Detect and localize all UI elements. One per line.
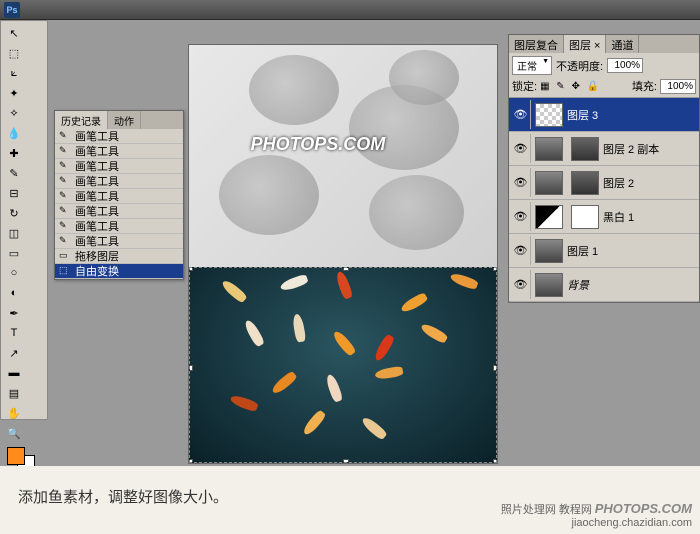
pen-tool[interactable]: ✒	[4, 304, 24, 322]
history-list: ✎画笔工具✎画笔工具✎画笔工具✎画笔工具✎画笔工具✎画笔工具✎画笔工具✎画笔工具…	[55, 129, 183, 279]
history-item[interactable]: ✎画笔工具	[55, 219, 183, 234]
gradient-tool[interactable]: ▭	[4, 244, 24, 262]
toolbox: ↖ ⬚ ⟀ ✦ ⟡ 💧 ✚ ✎ ⊟ ↻ ◫ ▭ ○ ◐ ✒ T ↗ ▬ ▤ ✋ …	[0, 20, 48, 420]
hand-tool[interactable]: ✋	[4, 404, 24, 422]
shape-tool[interactable]: ▬	[4, 364, 24, 382]
layers-tabs: 图层复合 图层 × 通道	[509, 35, 699, 53]
workspace: ↖ ⬚ ⟀ ✦ ⟡ 💧 ✚ ✎ ⊟ ↻ ◫ ▭ ○ ◐ ✒ T ↗ ▬ ▤ ✋ …	[0, 20, 700, 466]
transform-handle[interactable]	[343, 459, 349, 463]
visibility-icon[interactable]: 👁	[511, 236, 531, 265]
layer-item[interactable]: 👁图层 3	[509, 98, 699, 132]
layer-item[interactable]: 👁图层 2 副本	[509, 132, 699, 166]
menubar: Ps	[0, 0, 700, 20]
transform-handle[interactable]	[493, 267, 497, 271]
eyedropper-tool[interactable]: 💧	[4, 124, 24, 142]
dodge-tool[interactable]: ◐	[4, 284, 24, 302]
foreground-color[interactable]	[7, 447, 25, 465]
visibility-icon[interactable]: 👁	[511, 134, 531, 163]
visibility-icon[interactable]: 👁	[511, 100, 531, 129]
stamp-tool[interactable]: ⊟	[4, 184, 24, 202]
layers-list: 👁图层 3👁图层 2 副本👁图层 2👁黑白 1👁图层 1👁背景	[509, 98, 699, 302]
fill-label: 填充:	[632, 78, 657, 94]
history-item[interactable]: ✎画笔工具	[55, 189, 183, 204]
transform-handle[interactable]	[343, 267, 349, 271]
type-tool[interactable]: T	[4, 324, 24, 342]
lock-icons[interactable]: ▦ ✎ ✥ 🔒	[540, 81, 601, 92]
layer-item[interactable]: 👁黑白 1	[509, 200, 699, 234]
visibility-icon[interactable]: 👁	[511, 168, 531, 197]
path-tool[interactable]: ↗	[4, 344, 24, 362]
footer-watermark: 照片处理网 教程网 PHOTOPS.COM jiaocheng.chazidia…	[501, 502, 692, 530]
history-item[interactable]: ▭拖移图层	[55, 249, 183, 264]
fill-input[interactable]: 100%	[660, 79, 696, 94]
history-item[interactable]: ✎画笔工具	[55, 204, 183, 219]
tab-history[interactable]: 历史记录	[55, 111, 108, 129]
history-item[interactable]: ✎画笔工具	[55, 129, 183, 144]
history-panel: 历史记录 动作 ✎画笔工具✎画笔工具✎画笔工具✎画笔工具✎画笔工具✎画笔工具✎画…	[54, 110, 184, 280]
canvas-fish-layer	[189, 267, 497, 463]
canvas-lily-layer: PHOTOPS.COM	[189, 45, 497, 267]
layer-item[interactable]: 👁图层 1	[509, 234, 699, 268]
watermark-text: PHOTOPS.COM	[251, 134, 386, 155]
transform-handle[interactable]	[189, 267, 193, 271]
opacity-label: 不透明度:	[556, 58, 603, 74]
lasso-tool[interactable]: ⟀	[4, 64, 24, 82]
blur-tool[interactable]: ○	[4, 264, 24, 282]
history-item[interactable]: ✎画笔工具	[55, 174, 183, 189]
layers-panel: 图层复合 图层 × 通道 正常 不透明度: 100% 锁定: ▦ ✎ ✥ 🔒 填…	[508, 34, 700, 303]
blend-mode-dropdown[interactable]: 正常	[512, 56, 552, 75]
brush-tool[interactable]: ✎	[4, 164, 24, 182]
crop-tool[interactable]: ⟡	[4, 104, 24, 122]
app-logo: Ps	[4, 2, 20, 18]
move-tool[interactable]: ↖	[4, 24, 24, 42]
history-item[interactable]: ✎画笔工具	[55, 144, 183, 159]
transform-handle[interactable]	[493, 365, 497, 371]
transform-handle[interactable]	[189, 365, 193, 371]
opacity-input[interactable]: 100%	[607, 58, 643, 73]
layer-item[interactable]: 👁背景	[509, 268, 699, 302]
history-tabs: 历史记录 动作	[55, 111, 183, 129]
tab-layers[interactable]: 图层 ×	[564, 35, 606, 53]
tab-channels[interactable]: 通道	[606, 35, 639, 53]
tab-layer-comps[interactable]: 图层复合	[509, 35, 564, 53]
transform-handle[interactable]	[493, 459, 497, 463]
heal-tool[interactable]: ✚	[4, 144, 24, 162]
history-item[interactable]: ⬚自由变换	[55, 264, 183, 279]
history-brush-tool[interactable]: ↻	[4, 204, 24, 222]
wand-tool[interactable]: ✦	[4, 84, 24, 102]
notes-tool[interactable]: ▤	[4, 384, 24, 402]
tab-actions[interactable]: 动作	[108, 111, 141, 129]
history-item[interactable]: ✎画笔工具	[55, 159, 183, 174]
transform-handle[interactable]	[189, 459, 193, 463]
zoom-tool[interactable]: 🔍	[4, 424, 24, 442]
layer-item[interactable]: 👁图层 2	[509, 166, 699, 200]
caption-area: 添加鱼素材，调整好图像大小。 照片处理网 教程网 PHOTOPS.COM jia…	[0, 466, 700, 534]
visibility-icon[interactable]: 👁	[511, 202, 531, 231]
canvas[interactable]: PHOTOPS.COM	[188, 44, 498, 464]
lock-label: 锁定:	[512, 78, 537, 94]
history-item[interactable]: ✎画笔工具	[55, 234, 183, 249]
marquee-tool[interactable]: ⬚	[4, 44, 24, 62]
layer-controls: 正常 不透明度: 100% 锁定: ▦ ✎ ✥ 🔒 填充: 100%	[509, 53, 699, 98]
eraser-tool[interactable]: ◫	[4, 224, 24, 242]
visibility-icon[interactable]: 👁	[511, 270, 531, 299]
